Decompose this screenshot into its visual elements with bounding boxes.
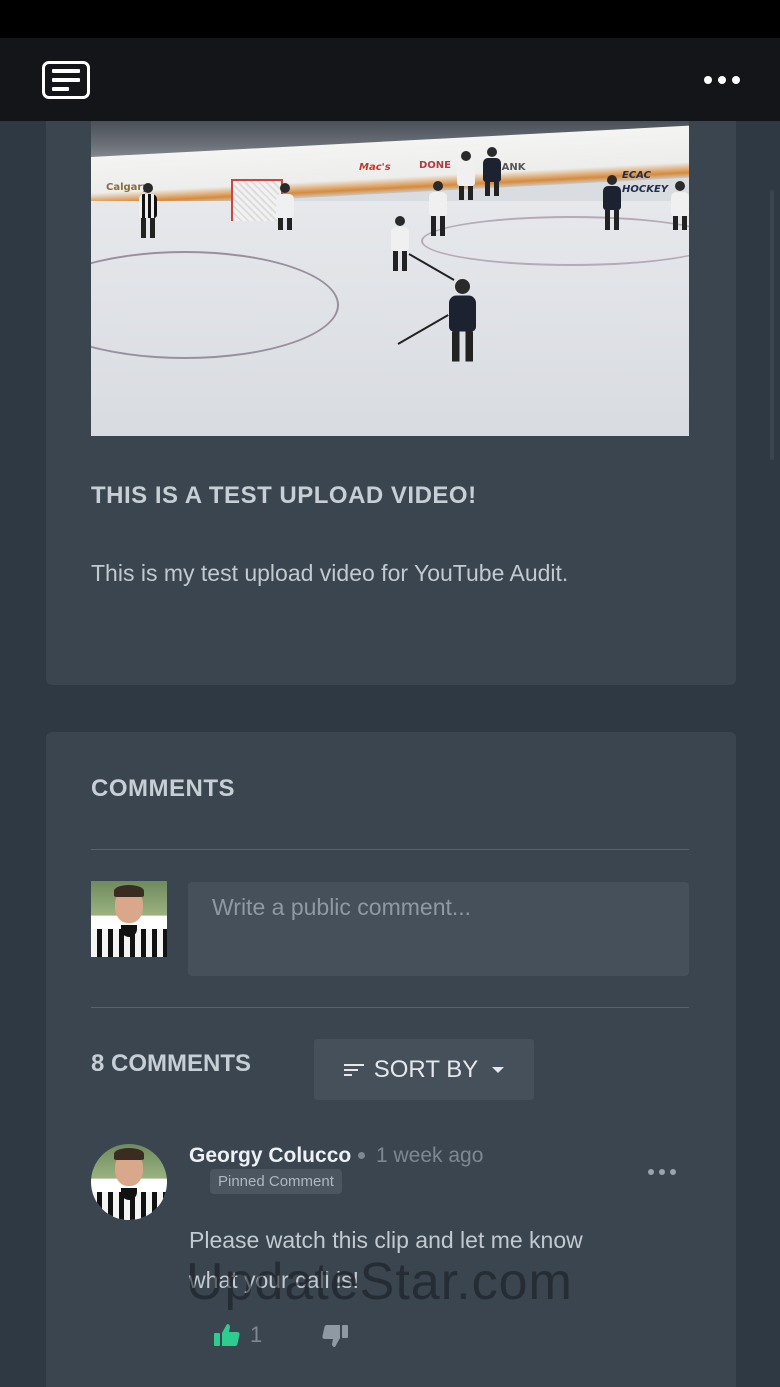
video-description: This is my test upload video for YouTube… bbox=[91, 560, 569, 586]
video-library-icon[interactable] bbox=[42, 60, 90, 99]
like-count: 1 bbox=[250, 1322, 263, 1347]
video-card: Calgary Mac's DONE BANK ECAC HOCKEY THIS… bbox=[46, 100, 736, 685]
goalie-figure bbox=[276, 183, 294, 230]
player-figure bbox=[603, 175, 621, 230]
divider bbox=[91, 849, 689, 850]
divider bbox=[91, 1007, 689, 1008]
player-figure bbox=[483, 147, 501, 196]
comment-timestamp: 1 week ago bbox=[376, 1144, 484, 1167]
thumbs-up-icon bbox=[214, 1324, 240, 1346]
ad-text: DONE bbox=[419, 160, 452, 171]
more-options-button[interactable] bbox=[704, 75, 740, 84]
ad-text: Mac's bbox=[359, 162, 391, 173]
app-bar bbox=[0, 38, 780, 121]
scrollbar[interactable] bbox=[770, 190, 774, 460]
player-figure bbox=[671, 181, 689, 230]
referee-figure bbox=[139, 183, 157, 238]
dislike-button[interactable] bbox=[322, 1324, 348, 1352]
video-player[interactable]: Calgary Mac's DONE BANK ECAC HOCKEY bbox=[91, 121, 689, 436]
comment-input[interactable] bbox=[188, 882, 689, 976]
pinned-badge: Pinned Comment bbox=[210, 1169, 342, 1194]
player-figure bbox=[429, 181, 447, 236]
like-button[interactable]: 1 bbox=[214, 1322, 262, 1348]
comments-count: 8 COMMENTS bbox=[91, 1050, 252, 1077]
comment-author-avatar[interactable] bbox=[91, 1144, 167, 1220]
thumbs-down-icon bbox=[322, 1325, 348, 1347]
caret-down-icon bbox=[492, 1066, 505, 1073]
player-figure bbox=[391, 216, 409, 271]
player-figure bbox=[449, 279, 476, 362]
video-title: THIS IS A TEST UPLOAD VIDEO! bbox=[91, 482, 477, 509]
comment-more-options-button[interactable] bbox=[648, 1169, 676, 1175]
comments-heading: COMMENTS bbox=[91, 775, 235, 802]
sort-by-button[interactable]: SORT BY bbox=[314, 1039, 534, 1100]
separator-dot bbox=[358, 1152, 365, 1159]
comment-author-name[interactable]: Georgy Colucco bbox=[189, 1144, 351, 1168]
sort-by-label: SORT BY bbox=[373, 1055, 479, 1083]
current-user-avatar bbox=[91, 881, 167, 957]
watermark: UpdateStar.com bbox=[186, 1253, 573, 1311]
sort-icon bbox=[343, 1063, 364, 1076]
player-figure bbox=[457, 151, 475, 200]
status-bar bbox=[0, 0, 780, 38]
